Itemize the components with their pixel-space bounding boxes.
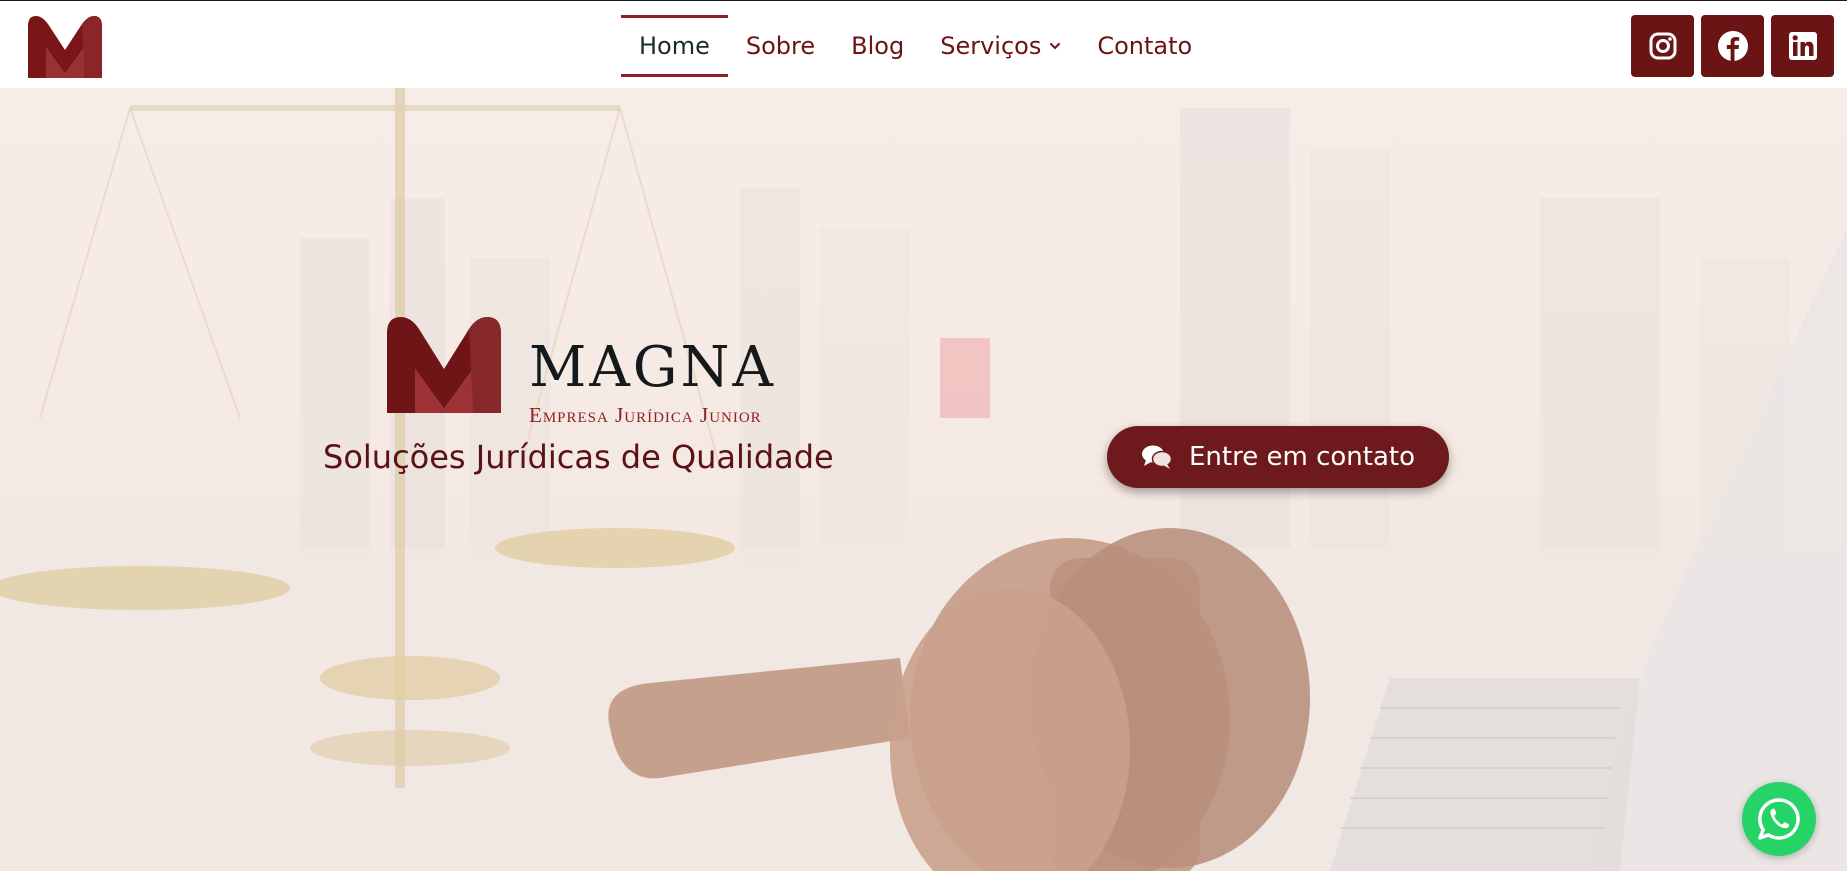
chevron-down-icon (1050, 43, 1061, 50)
contact-cta-label: Entre em contato (1189, 442, 1415, 472)
hero-tagline: Soluções Jurídicas de Qualidade (323, 438, 834, 476)
instagram-icon (1649, 32, 1676, 60)
instagram-button[interactable] (1631, 15, 1694, 77)
nav-home[interactable]: Home (621, 15, 728, 77)
nav-sobre[interactable]: Sobre (728, 15, 833, 77)
main-nav: Home Sobre Blog Serviços Contato (621, 15, 1210, 77)
nav-blog[interactable]: Blog (833, 15, 922, 77)
facebook-icon (1717, 31, 1748, 61)
nav-blog-label: Blog (851, 32, 905, 60)
contact-cta-button[interactable]: Entre em contato (1107, 426, 1449, 488)
hero-section: MAGNA Empresa Jurídica Junior Soluções J… (0, 88, 1847, 871)
site-header: Home Sobre Blog Serviços Contato (0, 1, 1847, 88)
nav-contato[interactable]: Contato (1079, 15, 1210, 77)
nav-contato-label: Contato (1097, 32, 1193, 60)
linkedin-icon (1788, 32, 1817, 60)
social-links (1631, 15, 1834, 77)
nav-home-label: Home (639, 32, 710, 60)
site-logo[interactable] (26, 12, 104, 78)
nav-servicos[interactable]: Serviços (922, 15, 1079, 77)
nav-sobre-label: Sobre (745, 32, 816, 60)
brand-subtitle: Empresa Jurídica Junior (529, 403, 762, 427)
whatsapp-icon (1758, 798, 1800, 840)
facebook-button[interactable] (1701, 15, 1764, 77)
linkedin-button[interactable] (1771, 15, 1834, 77)
brand-name: MAGNA (529, 335, 776, 400)
hero-background-image (0, 88, 1847, 871)
whatsapp-button[interactable] (1742, 782, 1816, 856)
chat-bubbles-icon (1142, 445, 1173, 469)
magna-logo-mark (387, 317, 501, 413)
nav-servicos-label: Serviços (940, 32, 1042, 60)
